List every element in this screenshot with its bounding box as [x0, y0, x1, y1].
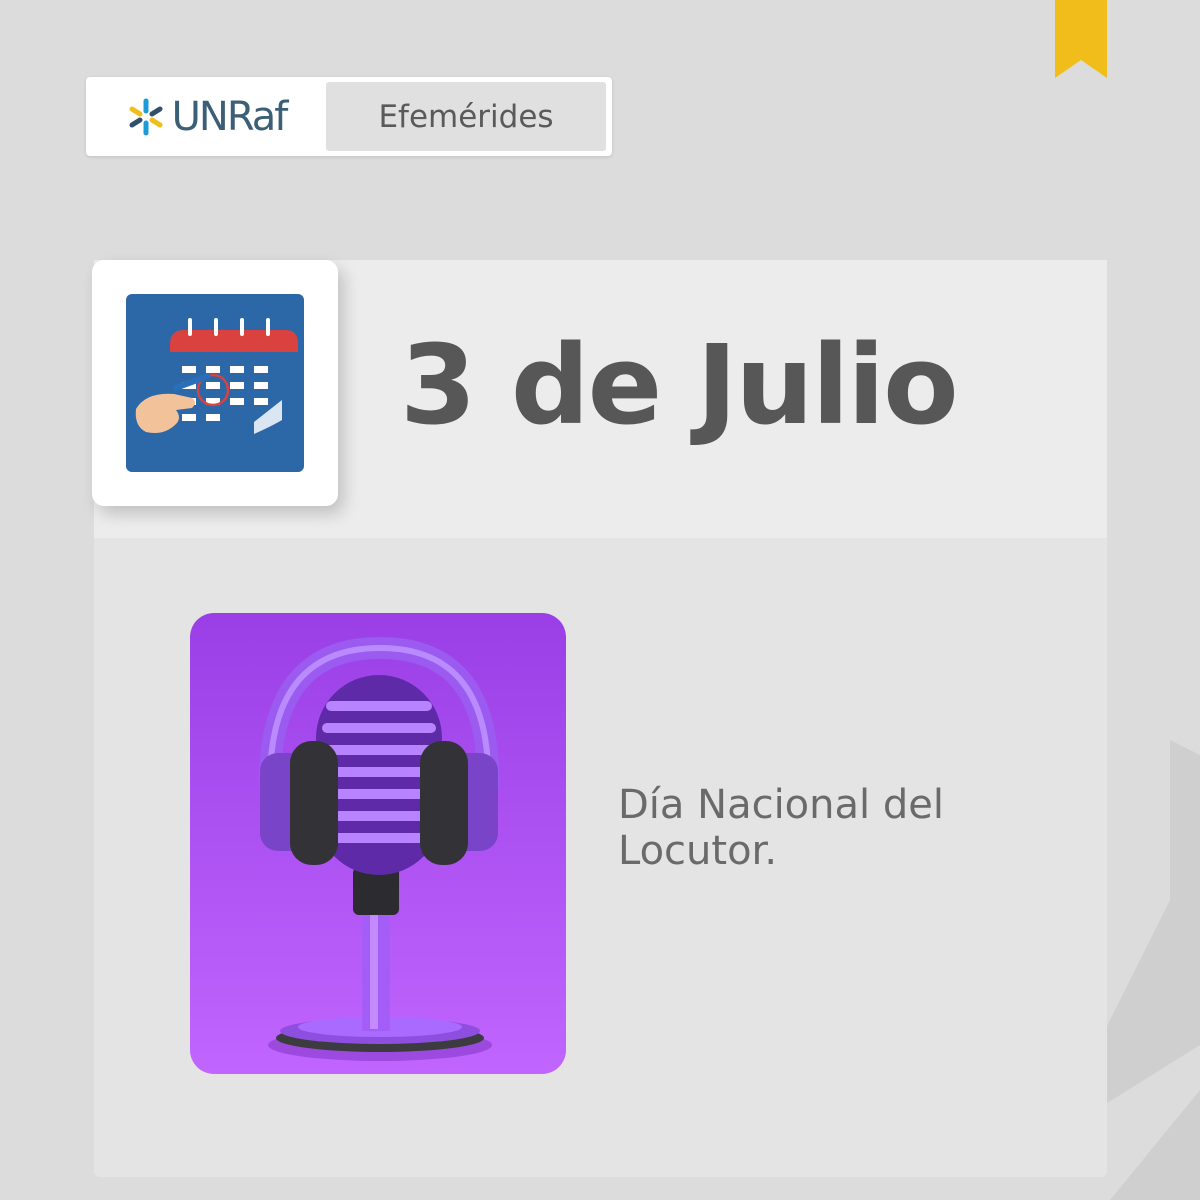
asterisk-logo-icon	[129, 98, 163, 135]
event-description: Día Nacional del Locutor.	[618, 782, 944, 874]
section-tab[interactable]: Efemérides	[326, 82, 606, 151]
unraf-logo[interactable]: UNRaf	[86, 77, 326, 156]
section-label: Efemérides	[378, 98, 554, 135]
microphone-illustration	[190, 613, 566, 1074]
brand-header: UNRaf Efemérides	[86, 77, 612, 156]
microphone-image	[190, 613, 566, 1074]
calendar-icon	[126, 294, 304, 472]
calendar-tile	[92, 260, 338, 506]
date-heading: 3 de Julio	[400, 321, 959, 449]
bookmark-icon	[1055, 0, 1107, 78]
logo-text: UNRaf	[171, 93, 289, 140]
